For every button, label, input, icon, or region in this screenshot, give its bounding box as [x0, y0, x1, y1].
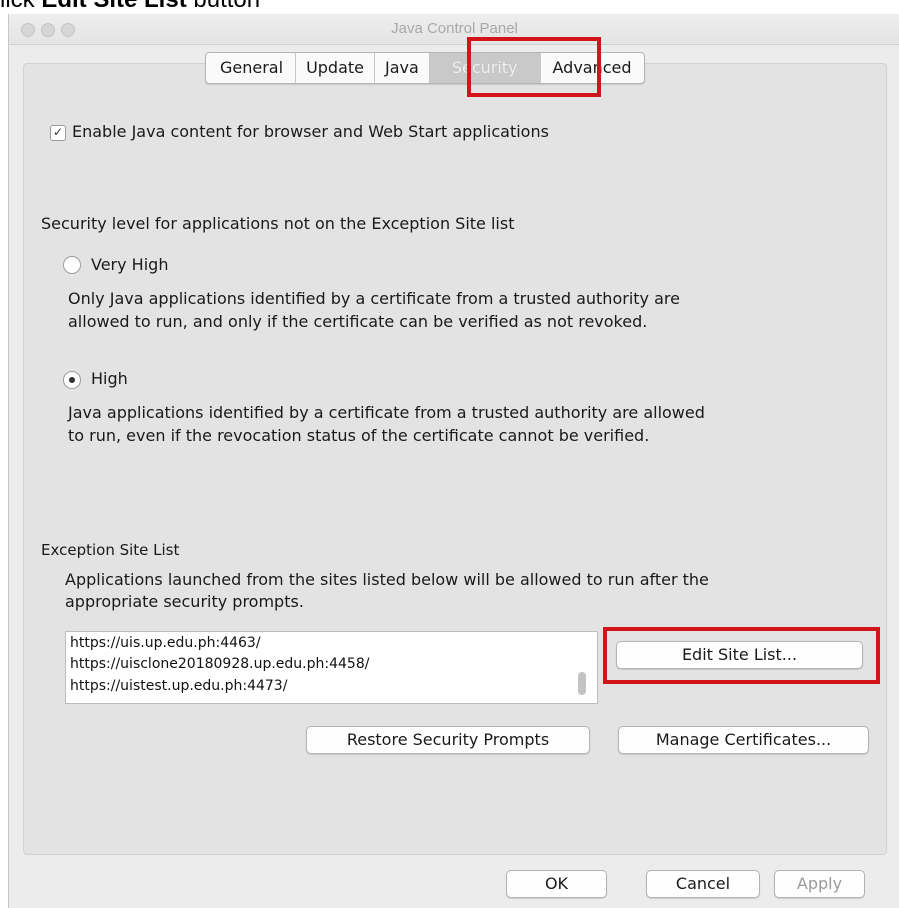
high-description-line-2: to run, even if the revocation status of… — [68, 426, 650, 445]
very-high-description-line-1: Only Java applications identified by a c… — [68, 289, 680, 308]
window-title: Java Control Panel — [391, 20, 518, 37]
high-label: High — [91, 369, 128, 388]
java-control-panel-window: Java Control Panel General Update Java S… — [8, 14, 899, 908]
caption-prefix: lick — [0, 0, 41, 13]
caption-bold-text: Edit Site List — [41, 0, 186, 13]
very-high-label: Very High — [91, 255, 169, 274]
security-tab-highlight-box — [467, 37, 601, 97]
site-list-item[interactable]: https://uis.up.edu.ph:4463/ — [70, 635, 261, 651]
high-description-line-1: Java applications identified by a certif… — [68, 403, 705, 422]
high-radio[interactable] — [63, 371, 81, 389]
site-list-item[interactable]: https://uistest.up.edu.ph:4473/ — [70, 678, 287, 694]
manage-certificates-button[interactable]: Manage Certificates... — [618, 726, 869, 754]
title-bar: Java Control Panel — [9, 14, 899, 45]
very-high-radio[interactable] — [63, 256, 81, 274]
exception-site-listbox[interactable]: https://uis.up.edu.ph:4463/ https://uisc… — [65, 631, 598, 704]
site-list-item[interactable]: https://uisclone20180928.up.edu.ph:4458/ — [70, 656, 369, 672]
listbox-scrollbar-thumb[interactable] — [578, 672, 586, 695]
very-high-description-line-2: allowed to run, and only if the certific… — [68, 312, 648, 331]
exception-description-line-2: appropriate security prompts. — [65, 592, 304, 611]
tab-general[interactable]: General — [206, 53, 297, 83]
enable-java-checkbox[interactable]: ✓ — [50, 125, 66, 141]
tab-java[interactable]: Java — [375, 53, 430, 83]
restore-security-prompts-button[interactable]: Restore Security Prompts — [306, 726, 590, 754]
edit-site-list-highlight-box — [603, 627, 880, 684]
caption-suffix: button — [187, 0, 260, 13]
ok-button[interactable]: OK — [506, 870, 607, 898]
tab-update[interactable]: Update — [296, 53, 376, 83]
exception-site-list-heading: Exception Site List — [41, 541, 180, 559]
exception-description-line-1: Applications launched from the sites lis… — [65, 570, 709, 589]
high-radio-selected-dot — [69, 377, 75, 383]
security-level-heading: Security level for applications not on t… — [41, 214, 515, 233]
cancel-button[interactable]: Cancel — [646, 870, 760, 898]
enable-java-label: Enable Java content for browser and Web … — [72, 122, 549, 141]
apply-button[interactable]: Apply — [774, 870, 865, 898]
instruction-caption: lick Edit Site List button — [0, 0, 260, 14]
